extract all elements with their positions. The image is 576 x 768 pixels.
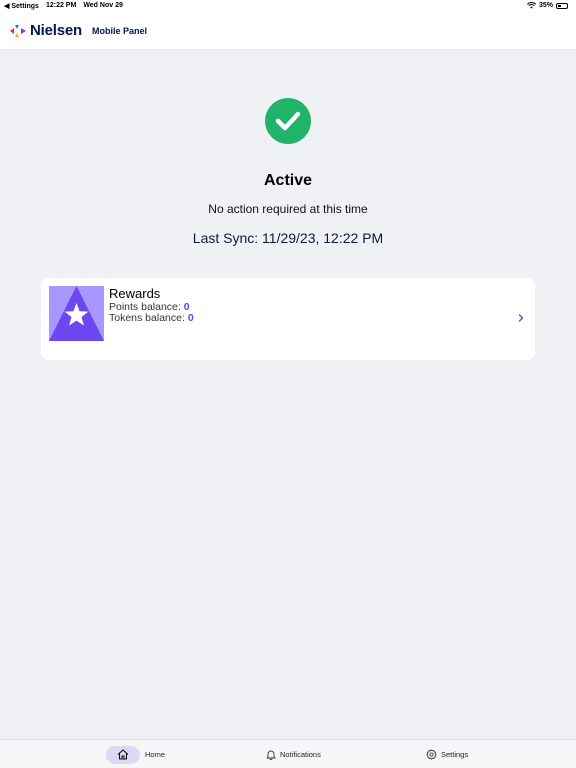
rewards-star-icon <box>49 286 104 341</box>
gear-icon <box>426 749 437 760</box>
home-active-pill <box>106 745 140 764</box>
status-bar: ◀ Settings 12:22 PM Wed Nov 29 35% <box>0 0 576 12</box>
bell-icon <box>266 750 276 760</box>
battery-level <box>558 4 561 7</box>
brand-name: Nielsen <box>30 22 82 39</box>
page-title: Mobile Panel <box>91 25 147 36</box>
battery-icon <box>556 2 568 9</box>
wifi-icon <box>527 2 536 9</box>
status-time: 12:22 PM <box>45 2 77 9</box>
bottom-tab-bar: Home Notifications Settings <box>0 739 576 768</box>
last-sync-text: Last Sync: 11/29/23, 12:22 PM <box>192 230 384 246</box>
back-to-settings-link[interactable]: ◀ Settings <box>4 2 39 10</box>
tokens-balance-row: Tokens balance: 0 <box>109 312 194 324</box>
chevron-right-icon[interactable] <box>517 312 525 324</box>
tab-home-label: Home <box>145 750 166 759</box>
tab-notifications-label: Notifications <box>280 750 321 759</box>
tokens-balance-value: 0 <box>187 312 194 324</box>
tab-notifications[interactable]: Notifications <box>266 745 321 764</box>
status-date: Wed Nov 29 <box>83 2 123 9</box>
app-header: Nielsen Mobile Panel <box>0 12 576 50</box>
status-description: No action required at this time <box>208 202 368 216</box>
status-title: Active <box>263 172 313 189</box>
rewards-title: Rewards <box>109 286 161 301</box>
tab-home[interactable]: Home <box>106 745 165 764</box>
tab-settings-label: Settings <box>441 750 469 759</box>
active-status-icon <box>265 98 311 144</box>
rewards-card[interactable]: Rewards Points balance: 0 Tokens balance… <box>41 278 535 360</box>
tokens-balance-label: Tokens balance: <box>109 312 185 324</box>
battery-percent: 35% <box>538 2 553 9</box>
tab-settings[interactable]: Settings <box>426 745 468 764</box>
nielsen-logo-icon <box>10 24 26 37</box>
home-icon <box>117 749 129 760</box>
rewards-image <box>49 286 104 341</box>
checkmark-icon <box>275 111 301 131</box>
